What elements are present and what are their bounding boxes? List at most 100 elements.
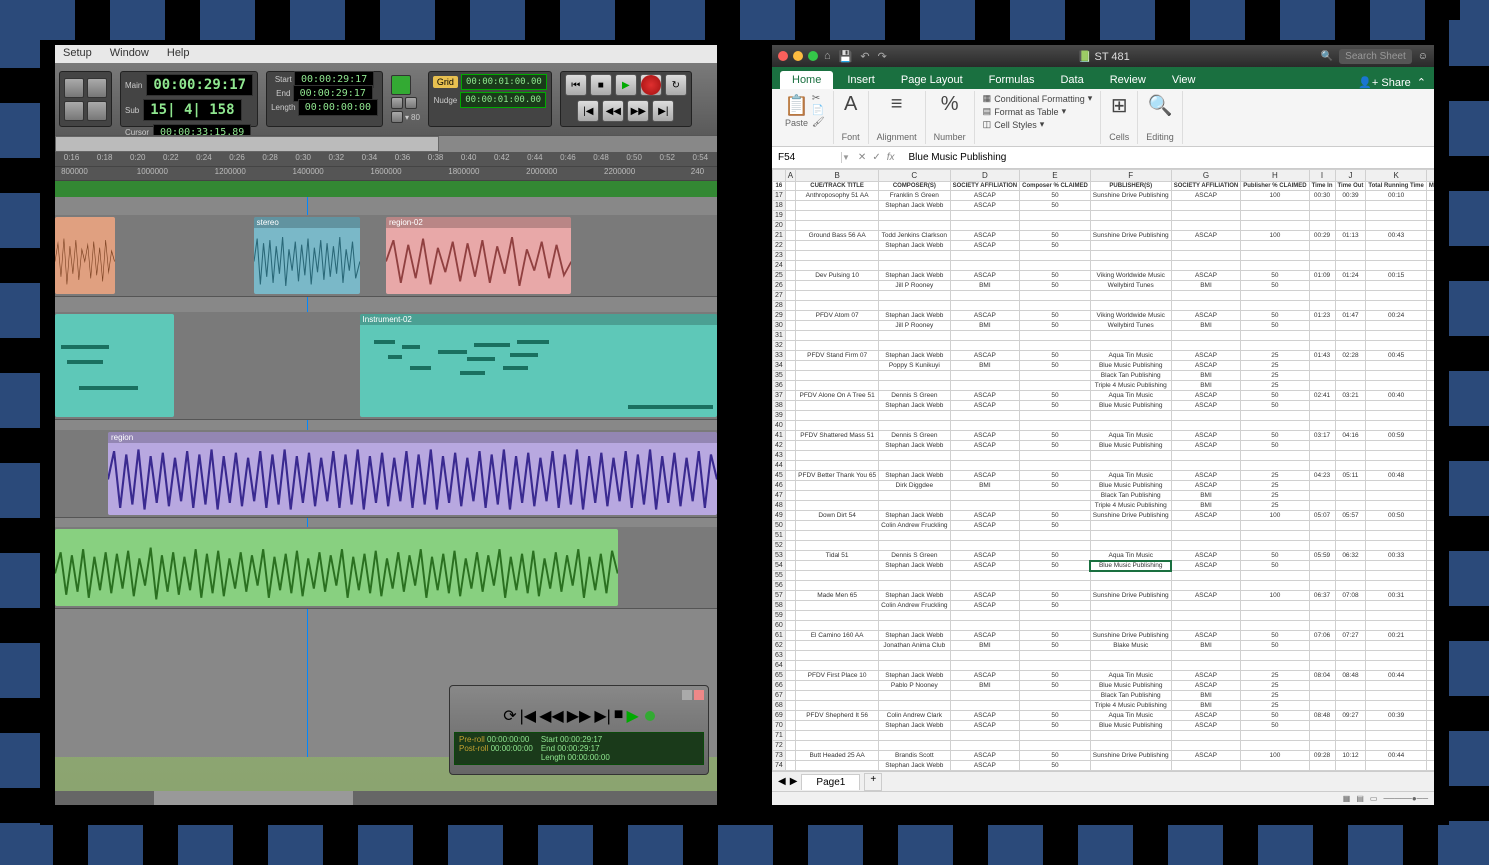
zoom-window-icon[interactable] <box>808 51 818 61</box>
table-row[interactable]: 68Triple 4 Music PublishingBMI25 <box>773 701 1435 711</box>
play-button[interactable]: ▶ <box>615 74 637 96</box>
table-row[interactable]: 39 <box>773 411 1435 421</box>
format-table-icon[interactable]: ▤ <box>983 106 992 117</box>
collapse-ribbon-icon[interactable]: ⌃ <box>1417 76 1426 89</box>
add-sheet-button[interactable]: + <box>864 773 882 791</box>
speaker-icon[interactable] <box>64 78 84 98</box>
editing-icon[interactable]: 🔍 <box>1148 93 1173 118</box>
table-row[interactable]: 18Stephan Jack WebbASCAP50 <box>773 201 1435 211</box>
float-rewind-button[interactable]: ◀◀ <box>539 706 564 726</box>
home-icon[interactable]: ⌂ <box>824 50 831 63</box>
table-row[interactable]: 27 <box>773 291 1435 301</box>
spreadsheet-grid[interactable]: ABCDEFGHIJKLM16CUE/TRACK TITLECOMPOSER(S… <box>772 169 1434 771</box>
preroll-value[interactable]: 00:00:00:00 <box>487 735 529 744</box>
nudge-value[interactable]: 00:00:01:00.00 <box>460 92 546 108</box>
search-icon[interactable]: 🔍 <box>1321 51 1333 62</box>
copy-icon[interactable]: 📄 <box>812 105 825 116</box>
col-header[interactable]: K <box>1366 170 1426 182</box>
timeline-ruler[interactable]: 0:160:180:200:220:240:260:280:300:320:34… <box>55 153 717 197</box>
table-row[interactable]: 71 <box>773 731 1435 741</box>
next-sheet-icon[interactable]: ▶ <box>790 776 798 787</box>
float-play-button[interactable]: ▶ <box>626 706 638 726</box>
table-row[interactable]: 51 <box>773 531 1435 541</box>
table-row[interactable]: 29PFDV Atom 07Stephan Jack WebbASCAP50Vi… <box>773 311 1435 321</box>
tab-formulas[interactable]: Formulas <box>977 71 1047 89</box>
alignment-icon[interactable]: ≡ <box>891 93 903 116</box>
tab-data[interactable]: Data <box>1048 71 1095 89</box>
overview-scrollbar[interactable] <box>55 135 717 153</box>
table-row[interactable]: 33PFDV Stand Firm 07Stephan Jack WebbASC… <box>773 351 1435 361</box>
font-icon[interactable]: A <box>844 93 857 116</box>
grid-button[interactable]: Grid <box>433 76 458 88</box>
table-row[interactable]: 41PFDV Shattered Mass 51Dennis S GreenAS… <box>773 431 1435 441</box>
cancel-formula-icon[interactable]: ✕ <box>858 152 866 163</box>
view-normal-icon[interactable]: ▦ <box>1343 794 1351 803</box>
view-pagebreak-icon[interactable]: ▭ <box>1370 794 1378 803</box>
formula-input[interactable]: Blue Music Publishing <box>902 152 1434 163</box>
tab-home[interactable]: Home <box>780 71 833 89</box>
table-row[interactable]: 31 <box>773 331 1435 341</box>
cells-icon[interactable]: ⊞ <box>1111 93 1128 118</box>
table-row[interactable]: 58Colin Andrew FrucklingASCAP50 <box>773 601 1435 611</box>
rewind-start-button[interactable]: ⏮ <box>565 74 587 96</box>
table-row[interactable]: 48Triple 4 Music PublishingBMI25 <box>773 501 1435 511</box>
share-button[interactable]: 👤+ Share <box>1358 76 1411 89</box>
col-header[interactable]: F <box>1090 170 1171 182</box>
float-goto-end-button[interactable]: ▶| <box>594 706 610 726</box>
audio-clip-stereo[interactable]: stereo <box>254 217 360 294</box>
table-row[interactable]: 34Poppy S KunikuyiBMI50Blue Music Publis… <box>773 361 1435 371</box>
table-row[interactable]: 70Stephan Jack WebbASCAP50Blue Music Pub… <box>773 721 1435 731</box>
cond-format-button[interactable]: Conditional Formatting <box>994 94 1085 104</box>
smiley-icon[interactable]: ☺ <box>1418 51 1428 62</box>
table-row[interactable]: 36Triple 4 Music PublishingBMI25 <box>773 381 1435 391</box>
view-layout-icon[interactable]: ▤ <box>1356 794 1364 803</box>
table-row[interactable]: 20 <box>773 221 1435 231</box>
col-header[interactable]: G <box>1171 170 1241 182</box>
col-header[interactable]: D <box>950 170 1020 182</box>
pencil-icon[interactable] <box>87 78 107 98</box>
table-row[interactable]: 67Black Tan PublishingBMI25 <box>773 691 1435 701</box>
table-row[interactable]: 63 <box>773 651 1435 661</box>
mode-button[interactable] <box>391 97 403 109</box>
goto-start-button[interactable]: |◀ <box>577 100 599 122</box>
menu-window[interactable]: Window <box>110 47 149 61</box>
table-row[interactable]: 17Anthroposophy 51 AAFranklin S GreenASC… <box>773 191 1435 201</box>
table-row[interactable]: 54Stephan Jack WebbASCAP50Blue Music Pub… <box>773 561 1435 571</box>
col-header[interactable]: L <box>1426 170 1434 182</box>
float-fastfwd-button[interactable]: ▶▶ <box>567 706 592 726</box>
number-icon[interactable]: % <box>941 93 959 116</box>
link-icon[interactable] <box>87 101 107 121</box>
zoom-slider[interactable]: ─────●── <box>1383 794 1428 803</box>
table-row[interactable]: 66Pablo P NooneyBMI50Blue Music Publishi… <box>773 681 1435 691</box>
col-header[interactable]: I <box>1309 170 1335 182</box>
col-header[interactable]: A <box>785 170 795 182</box>
table-row[interactable]: 23 <box>773 251 1435 261</box>
grid-value[interactable]: 00:00:01:00.00 <box>461 74 547 90</box>
table-row[interactable]: 49Down Dirt 54Stephan Jack WebbASCAP50Su… <box>773 511 1435 521</box>
stop-button[interactable]: ■ <box>590 74 612 96</box>
table-row[interactable]: 43 <box>773 451 1435 461</box>
format-painter-icon[interactable]: 🖌 <box>812 117 825 128</box>
table-row[interactable]: 19 <box>773 211 1435 221</box>
cell-styles-button[interactable]: Cell Styles <box>994 120 1037 130</box>
table-row[interactable]: 32 <box>773 341 1435 351</box>
menu-setup[interactable]: Setup <box>63 47 92 61</box>
play-indicator-icon[interactable] <box>391 75 411 95</box>
table-row[interactable]: 28 <box>773 301 1435 311</box>
table-row[interactable]: 44 <box>773 461 1435 471</box>
table-row[interactable]: 25Dev Pulsing 10Stephan Jack WebbASCAP50… <box>773 271 1435 281</box>
mode-button-2[interactable] <box>405 97 417 109</box>
tab-page-layout[interactable]: Page Layout <box>889 71 975 89</box>
float-goto-start-button[interactable]: |◀ <box>520 706 536 726</box>
col-header[interactable]: J <box>1335 170 1366 182</box>
zoom-preset-icon[interactable] <box>64 101 84 121</box>
table-row[interactable]: 73Butt Headed 25 AABrandis ScottASCAP50S… <box>773 751 1435 761</box>
table-row[interactable]: 69PFDV Shepherd It 56Colin Andrew ClarkA… <box>773 711 1435 721</box>
float-minimize-icon[interactable] <box>682 690 692 700</box>
table-row[interactable]: 60 <box>773 621 1435 631</box>
table-row[interactable]: 38Stephan Jack WebbASCAP50Blue Music Pub… <box>773 401 1435 411</box>
table-row[interactable]: 35Black Tan PublishingBMI25 <box>773 371 1435 381</box>
table-row[interactable]: 37PFDV Alone On A Tree 51Dennis S GreenA… <box>773 391 1435 401</box>
float-online-button[interactable]: ⟳ <box>503 706 516 726</box>
tab-view[interactable]: View <box>1160 71 1208 89</box>
